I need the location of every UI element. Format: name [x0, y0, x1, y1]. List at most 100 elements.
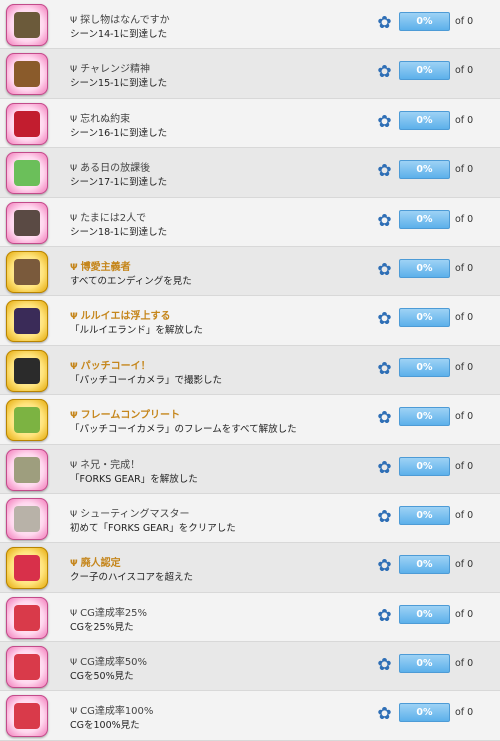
achievement-row[interactable]: Ψ CG達成率50% CGを50%見た ✿ 0% of 0 — [0, 642, 500, 692]
achievement-title-text: 忘れぬ約束 — [80, 113, 131, 125]
icon-art — [14, 357, 40, 384]
achievement-row[interactable]: Ψ ルルイエは浮上する 「ルルイエランド」を解放した ✿ 0% of 0 — [0, 296, 500, 346]
achievement-description: シーン17-1に到達した — [70, 177, 168, 189]
progress-bar: 0% — [399, 160, 450, 180]
progress-bar: 0% — [399, 505, 450, 525]
gear-icon[interactable]: ✿ — [376, 410, 393, 427]
gear-icon[interactable]: ✿ — [376, 261, 393, 279]
trophy-icon: Ψ — [70, 509, 78, 520]
achievement-title-text: CG達成率100% — [80, 706, 154, 718]
progress-bar: 0% — [399, 209, 450, 229]
game-controller-icon — [6, 448, 48, 491]
progress-count: of 0 — [455, 164, 474, 176]
achievement-description: 「パッチコーイカメラ」で撮影した — [70, 374, 223, 386]
trophy-icon: Ψ — [70, 658, 78, 669]
achievement-row[interactable]: Ψ CG達成率100% CGを100%見た ✿ 0% of 0 — [0, 691, 500, 741]
achievement-description: すべてのエンディングを見た — [70, 275, 192, 287]
achievement-description: CGを50%見た — [70, 671, 134, 683]
icon-art — [14, 654, 40, 681]
gear-icon[interactable]: ✿ — [376, 706, 393, 723]
achievement-row[interactable]: Ψ シューティングマスター 初めて「FORKS GEAR」をクリアした ✿ 0% of 0 — [0, 493, 500, 544]
trophy-icon: Ψ — [70, 608, 78, 619]
progress-count: of 0 — [455, 608, 474, 620]
achievement-row[interactable]: Ψ チャレンジ精神 シーン15-1に到達した ✿ 0% of 0 — [0, 49, 500, 99]
achievement-title-text: ネ兄・完成！ — [80, 459, 141, 471]
icon-art — [14, 12, 40, 38]
achievement-row[interactable]: Ψ パッチコーイ！ 「パッチコーイカメラ」で撮影した ✿ 0% of 0 — [0, 345, 500, 396]
icon-art — [14, 407, 40, 434]
achievement-description: 初めて「FORKS GEAR」をクリアした — [70, 522, 236, 534]
achievement-row[interactable]: Ψ CG達成率25% CGを25%見た ✿ 0% of 0 — [0, 592, 500, 643]
gear-icon[interactable]: ✿ — [376, 657, 393, 674]
progress-count: of 0 — [455, 658, 474, 670]
gear-icon[interactable]: ✿ — [376, 459, 393, 477]
achievement-row[interactable]: Ψ 博愛主義者 すべてのエンディングを見た ✿ 0% of 0 — [0, 246, 500, 297]
achievement-title: Ψ チャレンジ精神 — [70, 60, 150, 75]
progress-count: of 0 — [455, 460, 474, 472]
trophy-icon: Ψ — [70, 707, 78, 718]
gear-icon[interactable]: ✿ — [376, 113, 393, 131]
achievement-description: シーン14-1に到達した — [70, 29, 168, 40]
progress-bar: 0% — [399, 258, 450, 278]
achievement-title-text: CG達成率25% — [80, 607, 148, 619]
character-portrait-icon — [6, 695, 48, 738]
achievement-title: Ψ たまには2人で — [70, 209, 146, 224]
progress-count: of 0 — [455, 16, 474, 27]
trophy-icon: Ψ — [70, 312, 78, 323]
achievement-title: Ψ 博愛主義者 — [70, 258, 131, 273]
gear-icon[interactable]: ✿ — [376, 64, 393, 81]
gear-icon[interactable]: ✿ — [376, 311, 393, 328]
icon-art — [14, 61, 40, 88]
achievement-description: 「ルルイエランド」を解放した — [70, 325, 203, 337]
achievement-title: Ψ CG達成率50% — [70, 653, 147, 668]
progress-count: of 0 — [455, 114, 474, 126]
achievement-description: シーン15-1に到達した — [70, 78, 168, 90]
gear-icon[interactable]: ✿ — [376, 607, 393, 625]
achievement-row[interactable]: Ψ 廃人認定 クー子のハイスコアを超えた ✿ 0% of 0 — [0, 543, 500, 593]
gear-icon[interactable]: ✿ — [376, 212, 393, 230]
icon-art — [14, 209, 40, 236]
gear-icon[interactable]: ✿ — [376, 163, 393, 180]
progress-bar: 0% — [399, 456, 450, 476]
character-portrait-icon — [6, 596, 48, 639]
achievement-title: Ψ ルルイエは浮上する — [70, 307, 171, 322]
trophy-icon: Ψ — [70, 16, 78, 26]
progress-bar: 0% — [399, 12, 450, 31]
achievement-description: CGを25%見た — [70, 621, 134, 633]
achievement-row[interactable]: Ψ たまには2人でシーン18-1に到達した ✿ 0% of 0 — [0, 197, 500, 247]
achievement-title-text: シューティングマスター — [80, 508, 190, 520]
achievement-description: シーン18-1に到達した — [70, 226, 168, 238]
progress-count: of 0 — [455, 213, 474, 225]
achievement-row[interactable]: Ψ ある日の放課後シーン17-1に到達した ✿ 0% of 0 — [0, 148, 500, 198]
gear-icon[interactable]: ✿ — [376, 15, 393, 32]
progress-bar: 0% — [399, 61, 450, 81]
progress-count: of 0 — [455, 707, 474, 719]
character-portrait-icon — [6, 250, 48, 293]
achievement-title-text: フレームコンプリート — [80, 410, 181, 422]
icon-art — [14, 456, 40, 483]
achievement-row[interactable]: Ψ 探し物はなんですか シーン14-1に到達した ✿ 0% of 0 — [0, 0, 500, 50]
icon-art — [14, 555, 40, 582]
cookie-icon — [6, 53, 48, 96]
icon-art — [14, 703, 40, 730]
achievement-title-text: ある日の放課後 — [80, 163, 151, 175]
achievement-description: クー子のハイスコアを超えた — [70, 572, 194, 584]
frame-icon — [6, 399, 48, 442]
trophy-icon: Ψ — [70, 411, 78, 422]
achievement-row[interactable]: Ψ 忘れぬ約束 シーン16-1に到達した ✿ 0% of 0 — [0, 98, 500, 149]
red-ribbon-icon — [6, 102, 48, 145]
achievement-title: Ψ ある日の放課後 — [70, 159, 150, 174]
trophy-icon: Ψ — [70, 262, 78, 273]
gear-icon[interactable]: ✿ — [376, 508, 393, 526]
progress-bar: 0% — [399, 110, 450, 130]
trophy-icon: Ψ — [70, 65, 78, 76]
achievement-title: Ψ CG達成率100% — [70, 702, 153, 717]
achievement-row[interactable]: Ψ ネ兄・完成！ 「FORKS GEAR」を解放した ✿ 0% of 0 — [0, 444, 500, 494]
trophy-icon: Ψ — [70, 164, 78, 175]
achievement-row[interactable]: Ψ フレームコンプリート 「パッチコーイカメラ」のフレームをすべて解放した ✿ 0% of… — [0, 395, 500, 445]
icon-art — [14, 160, 40, 187]
gear-icon[interactable]: ✿ — [376, 360, 393, 378]
progress-count: of 0 — [455, 361, 474, 373]
achievement-title: Ψ シューティングマスター — [70, 505, 190, 520]
gear-icon[interactable]: ✿ — [376, 558, 393, 575]
